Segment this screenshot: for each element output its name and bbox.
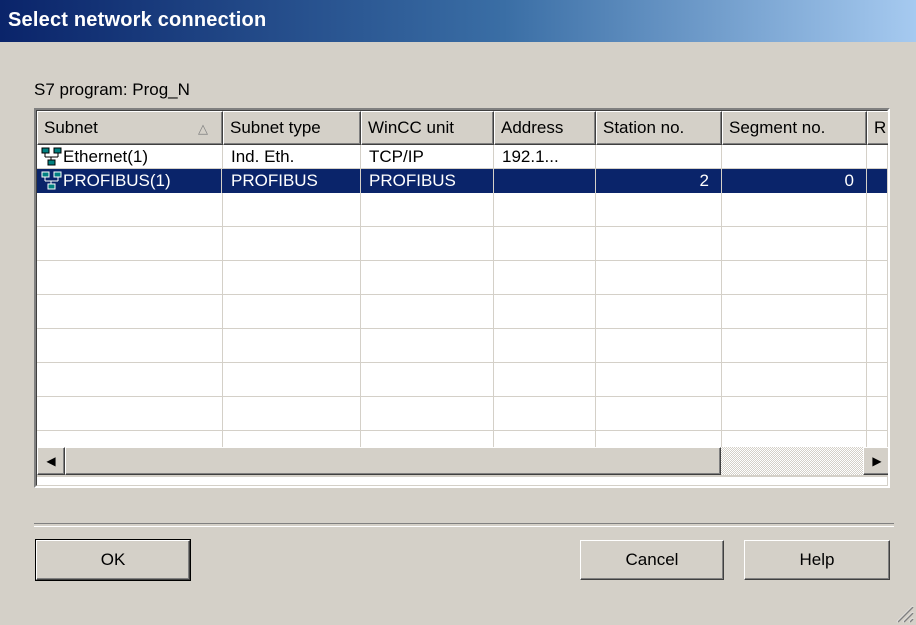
program-label: S7 program: Prog_N <box>34 80 190 99</box>
scroll-right-icon: ▶ <box>872 454 882 468</box>
scroll-left-icon: ◀ <box>46 454 56 468</box>
scrollbar-thumb[interactable] <box>65 447 721 475</box>
table-row-selected[interactable]: PROFIBUS(1) PROFIBUS PROFIBUS 2 0 <box>37 169 887 193</box>
grid-line <box>37 260 887 261</box>
cell-subnet-type: PROFIBUS <box>231 171 318 190</box>
horizontal-scrollbar[interactable]: ◀ ▶ <box>37 447 888 477</box>
title-bar[interactable]: Select network connection <box>0 0 916 42</box>
column-header-subnet-type[interactable]: Subnet type <box>223 111 361 145</box>
scroll-right-button[interactable]: ▶ <box>863 447 888 475</box>
cell-wincc-unit: TCP/IP <box>369 147 424 166</box>
ok-button[interactable]: OK <box>35 539 191 581</box>
column-header-r[interactable]: R <box>867 111 888 145</box>
column-header-address[interactable]: Address <box>494 111 596 145</box>
grid-line <box>37 362 887 363</box>
network-list[interactable]: Subnet △ Subnet type WinCC unit Address … <box>34 108 890 488</box>
cell-subnet-type: Ind. Eth. <box>231 147 295 166</box>
cell-wincc-unit: PROFIBUS <box>369 171 456 190</box>
cell-segment-no <box>722 145 866 169</box>
window-title: Select network connection <box>8 9 267 31</box>
column-header-label: Subnet type <box>230 118 321 137</box>
separator <box>34 523 894 527</box>
cell-subnet: PROFIBUS(1) <box>63 171 171 190</box>
cell-segment-no: 0 <box>844 171 854 190</box>
network-icon <box>41 171 62 190</box>
cell-address: 192.1... <box>502 147 559 166</box>
column-header-subnet[interactable]: Subnet △ <box>37 111 223 145</box>
column-header-label: R <box>874 118 887 137</box>
column-header-wincc-unit[interactable]: WinCC unit <box>361 111 494 145</box>
cancel-button[interactable]: Cancel <box>580 540 724 580</box>
column-header-segment-no[interactable]: Segment no. <box>722 111 867 145</box>
list-body: Ethernet(1) Ind. Eth. TCP/IP 192.1... PR… <box>37 145 887 451</box>
grid-line <box>37 328 887 329</box>
cell-address <box>494 169 595 193</box>
column-header-label: Address <box>501 118 564 137</box>
cell-subnet: Ethernet(1) <box>63 147 149 166</box>
column-header-label: Segment no. <box>729 118 826 137</box>
scroll-left-button[interactable]: ◀ <box>37 447 65 475</box>
network-icon <box>41 147 62 166</box>
cell-station-no <box>596 145 721 169</box>
grid-line <box>37 226 887 227</box>
grid-line <box>37 396 887 397</box>
help-button[interactable]: Help <box>744 540 890 580</box>
resize-grip-icon[interactable] <box>894 603 914 623</box>
column-header-label: WinCC unit <box>368 118 454 137</box>
cell-station-no: 2 <box>699 171 709 190</box>
column-header-station-no[interactable]: Station no. <box>596 111 722 145</box>
grid-line <box>37 430 887 431</box>
grid-line <box>37 294 887 295</box>
table-row[interactable]: Ethernet(1) Ind. Eth. TCP/IP 192.1... <box>37 145 887 169</box>
column-header-label: Subnet <box>44 118 98 137</box>
scrollbar-track[interactable] <box>721 447 863 475</box>
column-header-label: Station no. <box>603 118 685 137</box>
sort-up-icon: △ <box>198 121 208 136</box>
